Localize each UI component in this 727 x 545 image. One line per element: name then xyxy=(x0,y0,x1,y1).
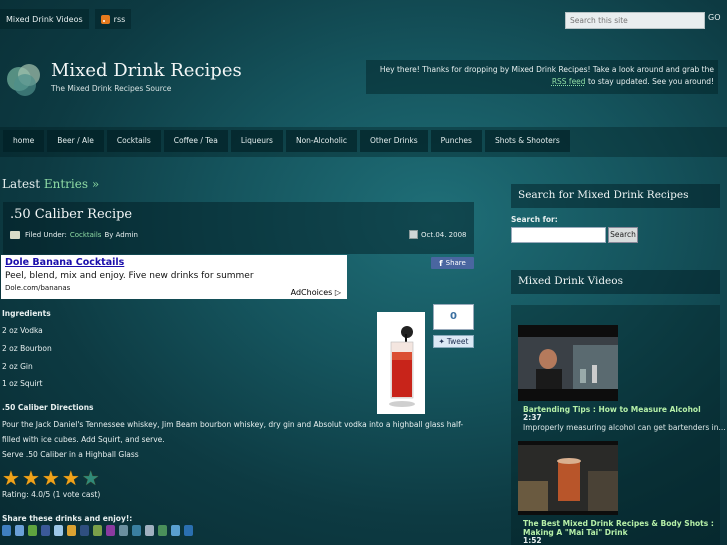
star-icon[interactable]: ★ xyxy=(62,468,80,488)
digg-icon[interactable] xyxy=(2,525,11,536)
site-search-input[interactable] xyxy=(565,12,705,29)
nav-item-coffee-tea[interactable]: Coffee / Tea xyxy=(163,130,228,152)
tweet-label: Tweet xyxy=(446,337,469,346)
email-icon[interactable] xyxy=(145,525,154,536)
folder-icon xyxy=(10,231,20,239)
post-date-text: Oct.04. 2008 xyxy=(421,230,467,239)
google-icon[interactable] xyxy=(67,525,76,536)
sidebar-search-header: Search for Mixed Drink Recipes xyxy=(511,184,720,208)
category-link[interactable]: Cocktails xyxy=(70,231,102,239)
ingredient-item: 2 oz Gin xyxy=(2,362,33,371)
post-meta: Filed Under: Cocktails By Admin xyxy=(10,231,138,239)
welcome-text: Hey there! Thanks for dropping by Mixed … xyxy=(379,65,714,74)
search-for-label: Search for: xyxy=(511,215,558,224)
directions-text: Pour the Jack Daniel's Tennessee whiskey… xyxy=(2,420,464,444)
nav-item-liqueurs[interactable]: Liqueurs xyxy=(230,130,283,152)
directions-heading: .50 Caliber Directions xyxy=(2,403,94,412)
star-icon[interactable]: ★ xyxy=(42,468,60,488)
latest-prefix: Latest xyxy=(2,177,41,191)
nav-item-cocktails[interactable]: Cocktails xyxy=(106,130,161,152)
nav-item-non-alcoholic[interactable]: Non-Alcoholic xyxy=(285,130,358,152)
stumbleupon-icon[interactable] xyxy=(28,525,37,536)
nav-item-other-drinks[interactable]: Other Drinks xyxy=(360,130,428,152)
ingredient-item: 2 oz Vodka xyxy=(2,326,43,335)
facebook-share-button[interactable]: f Share xyxy=(431,257,474,269)
sidebar-search-button[interactable]: Search xyxy=(608,227,638,243)
facebook-icon[interactable] xyxy=(41,525,50,536)
top-bar: Mixed Drink Videos rss xyxy=(0,9,132,29)
rating-stars[interactable]: ★ ★ ★ ★ ★ xyxy=(2,468,100,488)
share-heading: Share these drinks and enjoy!: xyxy=(2,514,133,523)
furl-icon[interactable] xyxy=(119,525,128,536)
sidebar-search-title: Search for Mixed Drink Recipes xyxy=(518,189,689,201)
latest-entries-heading: Latest Entries » xyxy=(2,177,99,191)
star-empty-icon[interactable]: ★ xyxy=(82,468,100,488)
share-icons xyxy=(2,525,193,536)
facebook-icon: f xyxy=(439,258,443,268)
ad-choices-icon: ▷ xyxy=(334,288,341,297)
welcome-message: Hey there! Thanks for dropping by Mixed … xyxy=(366,60,718,94)
reddit-icon[interactable] xyxy=(54,525,63,536)
video-title[interactable]: Bartending Tips : How to Measure Alcohol xyxy=(523,405,723,414)
search-go-button[interactable]: GO xyxy=(708,13,721,22)
author-label: By Admin xyxy=(104,231,138,239)
rating-text: Rating: 4.0/5 (1 vote cast) xyxy=(2,490,101,499)
yahoo-icon[interactable] xyxy=(106,525,115,536)
delicious-icon[interactable] xyxy=(15,525,24,536)
sidebar-search-input[interactable] xyxy=(511,227,606,243)
myspace-icon[interactable] xyxy=(80,525,89,536)
ingredient-item: 1 oz Squirt xyxy=(2,379,43,388)
serve-text: Serve .50 Caliber in a Highball Glass xyxy=(2,450,139,459)
video-duration: 1:52 xyxy=(523,536,542,545)
video-title[interactable]: The Best Mixed Drink Recipes & Body Shot… xyxy=(523,519,723,537)
video-duration: 2:37 xyxy=(523,413,542,422)
post-title[interactable]: .50 Caliber Recipe xyxy=(10,207,132,222)
newsvine-icon[interactable] xyxy=(158,525,167,536)
nav-item-beer-ale[interactable]: Beer / Ale xyxy=(47,130,104,152)
twitter-icon[interactable] xyxy=(171,525,180,536)
video-description: Improperly measuring alcohol can get bar… xyxy=(523,423,726,432)
star-icon[interactable]: ★ xyxy=(22,468,40,488)
ad-text: Peel, blend, mix and enjoy. Five new dri… xyxy=(5,271,254,281)
twitter-bird-icon: ✦ xyxy=(438,337,445,346)
live-icon[interactable] xyxy=(184,525,193,536)
ad-choices-label: AdChoices xyxy=(290,288,333,297)
ad-title[interactable]: Dole Banana Cocktails xyxy=(5,257,124,268)
video-thumbnail[interactable] xyxy=(518,325,618,401)
nav-item-shots-shooters[interactable]: Shots & Shooters xyxy=(484,130,570,152)
sidebar-videos-header: Mixed Drink Videos xyxy=(511,270,720,294)
video-thumbnail[interactable] xyxy=(518,441,618,515)
sidebar-videos-title: Mixed Drink Videos xyxy=(518,275,623,287)
rss-link-label: rss xyxy=(113,14,126,24)
drink-image xyxy=(377,312,425,414)
ad-url[interactable]: Dole.com/bananas xyxy=(5,284,70,292)
ad-choices[interactable]: AdChoices ▷ xyxy=(291,288,341,297)
calendar-icon xyxy=(409,230,418,239)
rss-feed-link[interactable]: RSS feed xyxy=(552,77,586,86)
tweet-button[interactable]: ✦ Tweet xyxy=(433,335,474,348)
latest-entries-label: Entries » xyxy=(43,177,100,191)
filed-under-label: Filed Under: xyxy=(25,231,67,239)
nav-item-punches[interactable]: Punches xyxy=(430,130,482,152)
technorati-icon[interactable] xyxy=(93,525,102,536)
vote-count[interactable]: 0 xyxy=(433,304,474,330)
ingredient-item: 2 oz Bourbon xyxy=(2,344,52,353)
post-date: Oct.04. 2008 xyxy=(409,230,467,239)
star-icon[interactable]: ★ xyxy=(2,468,20,488)
blinklist-icon[interactable] xyxy=(132,525,141,536)
videos-link[interactable]: Mixed Drink Videos xyxy=(0,9,89,29)
site-logo xyxy=(7,64,40,96)
rss-icon xyxy=(100,14,110,24)
site-subtitle: The Mixed Drink Recipes Source xyxy=(51,84,172,93)
ad-banner[interactable]: Dole Banana Cocktails Peel, blend, mix a… xyxy=(1,255,347,299)
videos-link-label: Mixed Drink Videos xyxy=(6,14,83,24)
rss-link[interactable]: rss xyxy=(94,9,132,29)
welcome-text-end: to stay updated. See you around! xyxy=(585,77,714,86)
main-nav: home Beer / Ale Cocktails Coffee / Tea L… xyxy=(0,127,727,157)
share-label: Share xyxy=(445,259,466,267)
site-title[interactable]: Mixed Drink Recipes xyxy=(51,60,242,81)
nav-item-home[interactable]: home xyxy=(3,130,45,152)
ingredients-heading: Ingredients xyxy=(2,309,51,318)
